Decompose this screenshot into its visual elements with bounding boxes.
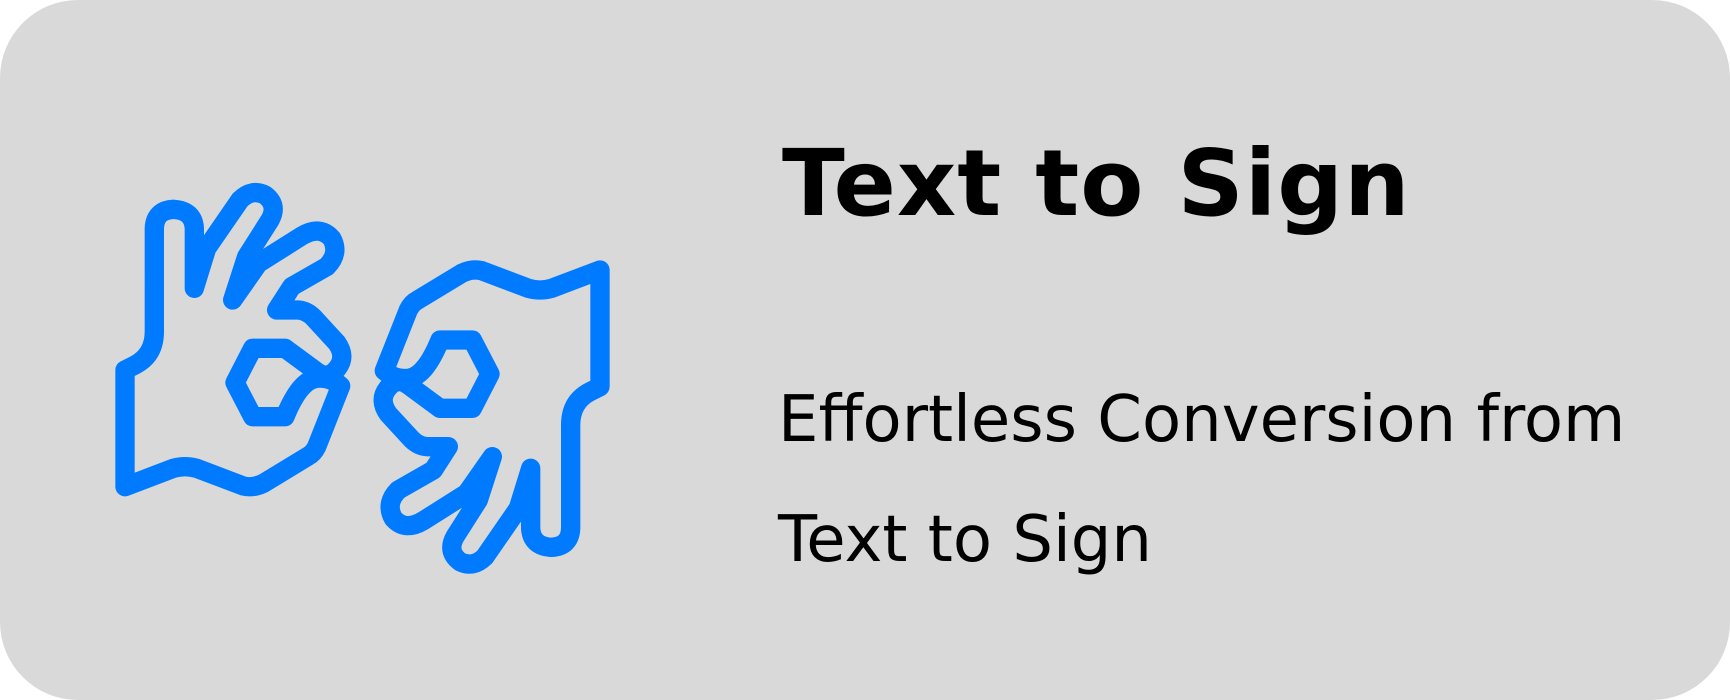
card-title: Text to Sign — [782, 130, 1411, 237]
text-to-sign-card[interactable]: Text to Sign Effortless Conversion from … — [0, 0, 1730, 700]
card-subtitle: Effortless Conversion from Text to Sign — [778, 383, 1626, 577]
sign-language-hands-icon — [100, 160, 620, 600]
